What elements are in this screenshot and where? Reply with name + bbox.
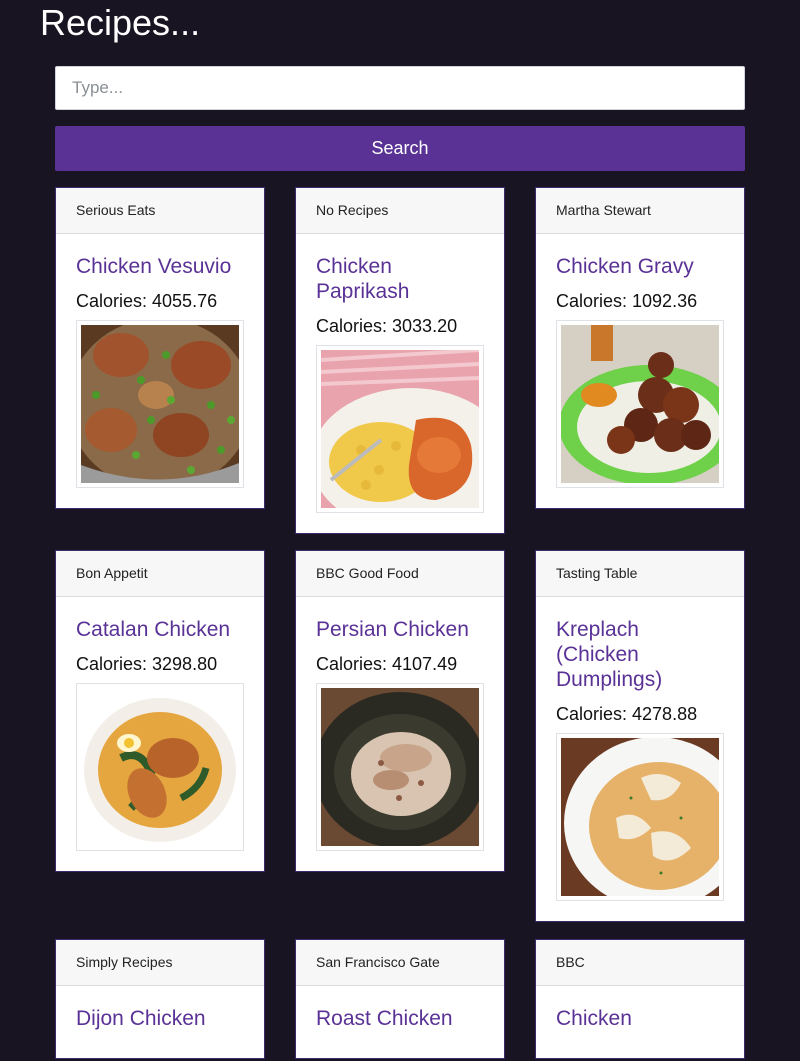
recipe-card: Serious Eats Chicken Vesuvio Calories: 4… bbox=[55, 187, 265, 509]
recipe-card: Tasting Table Kreplach (Chicken Dumpling… bbox=[535, 550, 745, 922]
search-input[interactable] bbox=[55, 66, 745, 110]
calories-label: Calories: 4107.49 bbox=[316, 654, 458, 674]
card-source: San Francisco Gate bbox=[296, 940, 504, 986]
recipe-card: BBC Chicken bbox=[535, 939, 745, 1059]
card-source: BBC Good Food bbox=[296, 551, 504, 597]
recipe-image[interactable] bbox=[316, 345, 484, 513]
recipe-card: Bon Appetit Catalan Chicken Calories: 32… bbox=[55, 550, 265, 872]
recipe-card: Simply Recipes Dijon Chicken bbox=[55, 939, 265, 1059]
recipe-card: Martha Stewart Chicken Gravy Calories: 1… bbox=[535, 187, 745, 509]
calories-label: Calories: 1092.36 bbox=[556, 291, 698, 311]
page-title: Recipes... bbox=[40, 2, 201, 43]
persian-chicken-photo bbox=[321, 688, 479, 846]
chicken-gravy-photo bbox=[561, 325, 719, 483]
chicken-vesuvio-photo bbox=[81, 325, 239, 483]
calories-label: Calories: 4055.76 bbox=[76, 291, 218, 311]
recipe-image[interactable] bbox=[76, 683, 244, 851]
card-source: Martha Stewart bbox=[536, 188, 744, 234]
recipe-title-link[interactable]: Chicken Vesuvio bbox=[76, 254, 244, 279]
card-source: Simply Recipes bbox=[56, 940, 264, 986]
recipe-title-link[interactable]: Roast Chicken bbox=[316, 1006, 484, 1031]
card-source: No Recipes bbox=[296, 188, 504, 234]
recipe-title-link[interactable]: Kreplach (Chicken Dumplings) bbox=[556, 617, 724, 692]
calories-label: Calories: 3033.20 bbox=[316, 316, 458, 336]
card-source: Serious Eats bbox=[56, 188, 264, 234]
calories-label: Calories: 3298.80 bbox=[76, 654, 218, 674]
recipe-image[interactable] bbox=[556, 733, 724, 901]
recipe-card: San Francisco Gate Roast Chicken bbox=[295, 939, 505, 1059]
recipe-image[interactable] bbox=[316, 683, 484, 851]
kreplach-photo bbox=[561, 738, 719, 896]
recipe-title-link[interactable]: Chicken Gravy bbox=[556, 254, 724, 279]
card-source: Bon Appetit bbox=[56, 551, 264, 597]
card-source: BBC bbox=[536, 940, 744, 986]
recipe-title-link[interactable]: Dijon Chicken bbox=[76, 1006, 244, 1031]
recipe-title-link[interactable]: Persian Chicken bbox=[316, 617, 484, 642]
recipe-image[interactable] bbox=[76, 320, 244, 488]
catalan-chicken-photo bbox=[81, 688, 239, 846]
recipe-card: BBC Good Food Persian Chicken Calories: … bbox=[295, 550, 505, 872]
recipe-title-link[interactable]: Chicken bbox=[556, 1006, 724, 1031]
chicken-paprikash-photo bbox=[321, 350, 479, 508]
recipe-title-link[interactable]: Chicken Paprikash bbox=[316, 254, 484, 304]
recipe-image[interactable] bbox=[556, 320, 724, 488]
search-button[interactable]: Search bbox=[55, 126, 745, 171]
recipe-title-link[interactable]: Catalan Chicken bbox=[76, 617, 244, 642]
card-source: Tasting Table bbox=[536, 551, 744, 597]
calories-label: Calories: 4278.88 bbox=[556, 704, 698, 724]
recipe-card: No Recipes Chicken Paprikash Calories: 3… bbox=[295, 187, 505, 534]
